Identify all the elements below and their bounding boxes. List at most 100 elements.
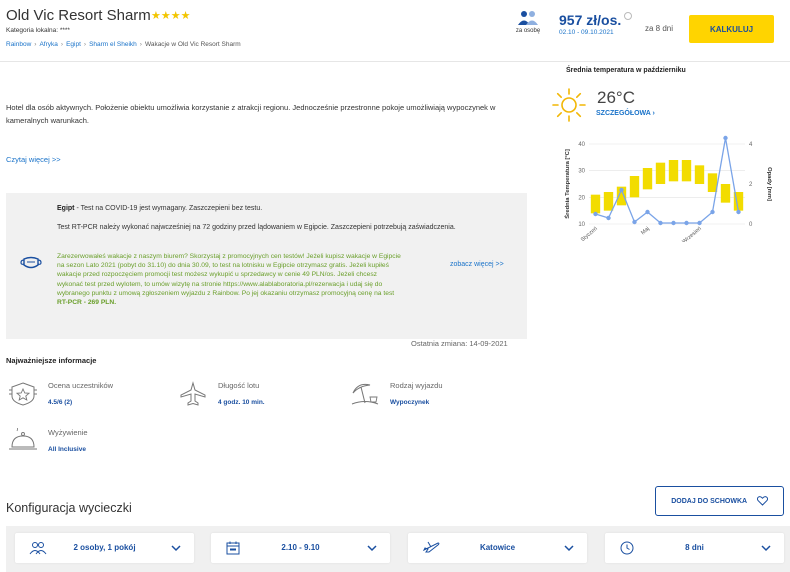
hotel-description: Hotel dla osób aktywnych. Położenie obie… (6, 103, 496, 125)
trip-duration: za 8 dni (645, 24, 674, 33)
rainfall-point (606, 215, 611, 221)
temperature-bar (603, 192, 614, 211)
x-tick-label: Styczeń (580, 226, 599, 242)
x-tick-label: Maj (640, 226, 651, 236)
chevron-down-icon (761, 545, 771, 552)
rainfall-point (619, 187, 624, 193)
weather-title: Średnia temperatura w październiku (566, 67, 686, 74)
y-tick-label: 20 (578, 195, 585, 201)
breadcrumb-separator: › (60, 41, 64, 48)
breadcrumb-separator: › (83, 41, 87, 48)
config-dates-value: 2.10 - 9.10 (281, 543, 320, 552)
rainfall-point (593, 211, 598, 217)
hotel-title: Old Vic Resort Sharm (6, 7, 151, 24)
y2-tick-label: 4 (749, 142, 753, 148)
config-duration-value: 8 dni (685, 543, 704, 552)
rainfall-point (658, 220, 663, 226)
breadcrumb-item-egypt[interactable]: Egipt (66, 41, 81, 48)
people-icon (518, 11, 538, 25)
header-bar: Old Vic Resort Sharm ★★★★ Kategoria loka… (0, 0, 790, 62)
flight-length-label: Długość lotu (218, 381, 260, 390)
covid-more-link[interactable]: zobacz więcej >> (450, 261, 504, 268)
weather-details-label: SZCZEGÓŁOWA (596, 110, 651, 117)
food-cloche-icon (9, 428, 37, 450)
chevron-down-icon (171, 545, 181, 552)
per-person-toggle[interactable]: za osobę (508, 10, 548, 34)
local-category: Kategoria lokalna: **** (6, 27, 70, 34)
breadcrumb-item-rainbow[interactable]: Rainbow (6, 41, 31, 48)
flight-length-value: 4 godz. 10 min. (218, 399, 265, 406)
config-duration-select[interactable]: 8 dni (605, 533, 784, 563)
calculate-button[interactable]: KALKULUJ (689, 15, 774, 43)
config-persons-value: 2 osoby, 1 pokój (73, 543, 136, 552)
covid-info-box: Egipt - Test na COVID-19 jest wymagany. … (6, 193, 527, 339)
rainfall-point (710, 209, 715, 215)
breadcrumb-separator: › (139, 41, 142, 48)
rainfall-point (684, 220, 689, 226)
config-persons-select[interactable]: 2 osoby, 1 pokój (15, 533, 194, 563)
covid-promo-price: RT-PCR - 269 PLN. (57, 299, 117, 307)
price-dates: 02.10 - 09.10.2021 (559, 29, 614, 36)
current-temperature: 26°C (597, 88, 635, 107)
breadcrumb-item-africa[interactable]: Afryka (39, 41, 57, 48)
trip-type-label: Rodzaj wyjazdu (390, 381, 443, 390)
config-departure-value: Katowice (479, 543, 516, 552)
temperature-bar (668, 160, 679, 182)
read-more-link[interactable]: Czytaj więcej >> (6, 155, 61, 164)
y-tick-label: 10 (578, 222, 585, 228)
key-info-title: Najważniejsze informacje (6, 356, 97, 365)
heart-icon (756, 496, 768, 506)
price-value: 957 zł/os. (559, 12, 622, 28)
hotel-stars: ★★★★ (151, 10, 191, 22)
config-departure-select[interactable]: Katowice (408, 533, 587, 563)
info-icon[interactable] (624, 12, 633, 20)
board-value: All Inclusive (48, 446, 86, 453)
chevron-right-icon: › (652, 110, 655, 117)
rainfall-point (645, 209, 650, 215)
temperature-bar (629, 176, 640, 198)
config-title: Konfiguracja wycieczki (6, 501, 132, 515)
temperature-bar (655, 162, 666, 184)
weather-details-link[interactable]: SZCZEGÓŁOWA › (596, 110, 655, 117)
rainfall-point (723, 135, 728, 141)
covid-promo-text: Zarezerwowałeś wakacje z naszym biurem? … (57, 253, 401, 297)
temperature-chart: 10 20 30 40 0 2 4 Średnia Temperatura [°C] Opady… (564, 135, 772, 242)
breadcrumb: Rainbow › Afryka › Egipt › Sharm el Sheikh › Wak… (6, 41, 241, 48)
y2-tick-label: 0 (749, 222, 753, 228)
y2-axis-label: Opady [mm] (766, 167, 772, 201)
add-to-clipboard-button[interactable]: DODAJ DO SCHOWKA (655, 486, 784, 516)
y-tick-label: 40 (578, 142, 585, 148)
temperature-bar (681, 160, 692, 182)
config-dates-select[interactable]: 2.10 - 9.10 (211, 533, 390, 563)
y-axis-label: Średnia Temperatura [°C] (564, 149, 571, 219)
per-person-label: za osobę (515, 28, 541, 34)
covid-country: Egipt (57, 205, 75, 212)
temperature-bar (642, 168, 653, 190)
plane-icon (180, 381, 206, 406)
temperature-bar (707, 173, 718, 192)
rainfall-point (736, 209, 741, 215)
breadcrumb-separator: › (34, 41, 37, 48)
temperature-bar (720, 184, 731, 203)
chevron-down-icon (564, 545, 574, 552)
mask-icon (20, 256, 42, 269)
board-label: Wyżywienie (48, 428, 88, 437)
rating-badge-icon (9, 382, 37, 406)
covid-promo: Zarezerwowałeś wakacje z naszym biurem? … (57, 252, 402, 307)
rating-label: Ocena uczestników (48, 381, 114, 390)
beach-umbrella-icon (351, 383, 379, 405)
y2-tick-label: 2 (749, 182, 753, 188)
rainfall-point (697, 220, 702, 226)
chevron-down-icon (367, 545, 377, 552)
rainfall-point (632, 219, 637, 225)
trip-type-value: Wypoczynek (390, 399, 430, 406)
breadcrumb-item-sharm[interactable]: Sharm el Sheikh (89, 41, 137, 48)
rainfall-point (671, 220, 676, 226)
covid-pcr-info: Test RT-PCR należy wykonać najwcześniej … (57, 224, 456, 231)
y-tick-label: 30 (578, 169, 585, 175)
temperature-bar (694, 165, 705, 184)
rating-value: 4.5/6 (2) (48, 399, 73, 406)
last-change-date: Ostatnia zmiana: 14-09-2021 (411, 339, 508, 348)
price-box: 957 zł/os. 02.10 - 09.10.2021 (559, 12, 633, 36)
covid-requirement: Egipt - Test na COVID-19 jest wymagany. … (57, 205, 262, 212)
